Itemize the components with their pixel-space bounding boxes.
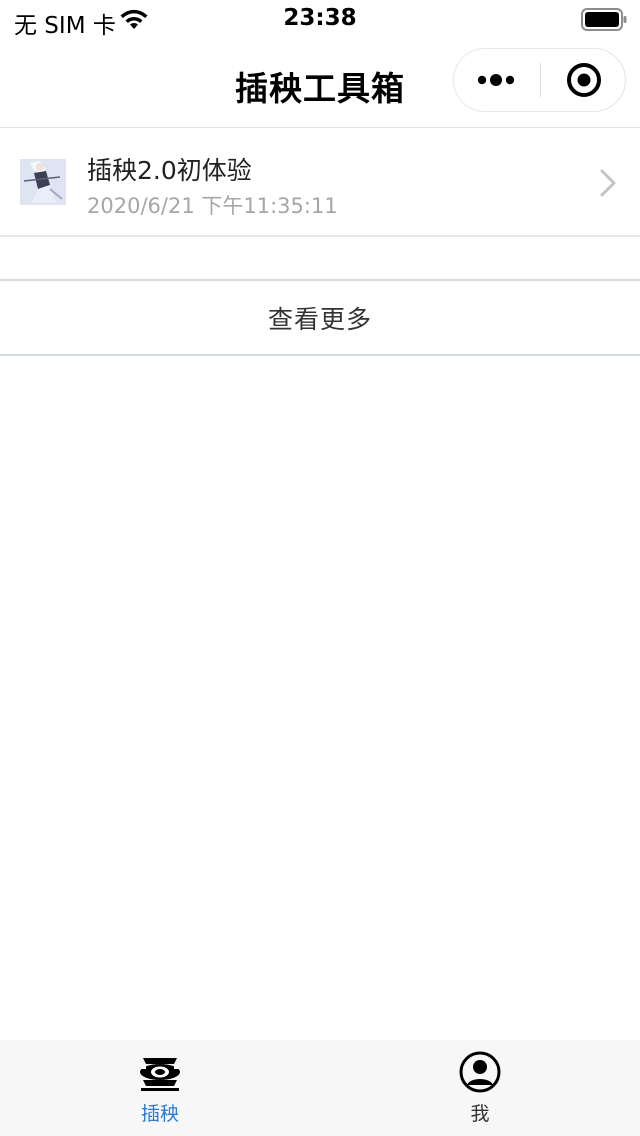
user-circle-icon (459, 1051, 501, 1093)
tab-label-chayang: 插秧 (140, 1103, 179, 1125)
tab-label-me: 我 (470, 1103, 490, 1125)
view-more-button[interactable]: 查看更多 (0, 279, 640, 356)
anime-character-thumbnail (20, 159, 66, 205)
more-dots-icon (477, 74, 515, 86)
list-item[interactable]: 插秧2.0初体验 2020/6/21 下午11:35:11 (0, 129, 640, 237)
app-screen: 无 SIM 卡 23:38 插秧工具箱 插秧2.0初体验 2020/6/21 下… (0, 0, 640, 1136)
mini-program-capsule (453, 48, 626, 112)
battery-full-icon (581, 8, 627, 31)
nav-bar: 插秧工具箱 (0, 40, 640, 128)
tab-chayang[interactable]: 插秧 (0, 1040, 320, 1136)
chevron-right-icon (600, 169, 616, 197)
target-close-icon (566, 63, 601, 97)
more-menu-button[interactable] (454, 49, 540, 111)
status-time: 23:38 (283, 5, 357, 31)
close-mini-program-button[interactable] (541, 49, 626, 111)
tab-bar: 插秧 我 (0, 1040, 640, 1136)
seedling-tray-icon (140, 1058, 180, 1091)
post-date: 2020/6/21 下午11:35:11 (87, 194, 338, 218)
status-bar: 无 SIM 卡 23:38 (0, 0, 640, 40)
post-thumbnail (20, 159, 66, 205)
tab-me[interactable]: 我 (320, 1040, 640, 1136)
post-title: 插秧2.0初体验 (87, 156, 252, 185)
